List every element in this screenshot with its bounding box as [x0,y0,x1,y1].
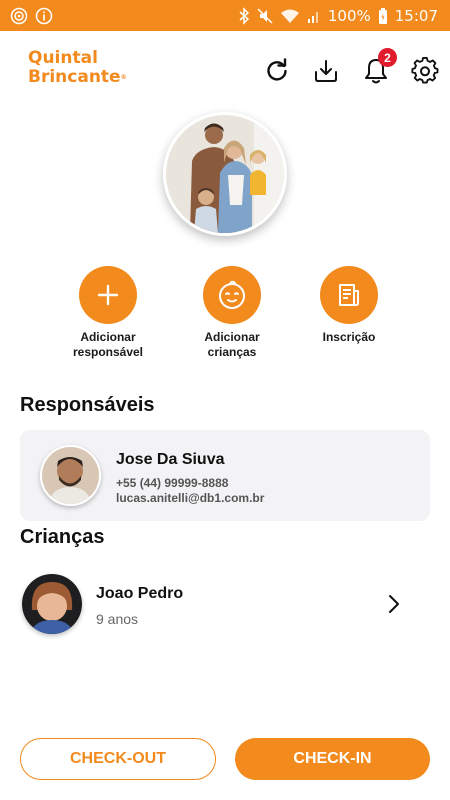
logo-line-2-text: Brincante [28,67,121,87]
status-right: 100% 15:07 [238,7,438,25]
guardian-avatar [40,445,101,506]
enrollment-circle[interactable] [320,266,378,324]
add-guardian-label: Adicionar responsável [72,330,144,359]
guardian-email: lucas.anitelli@db1.com.br [116,491,265,505]
chevron-right-icon[interactable] [384,592,404,616]
info-icon [35,7,53,25]
battery-icon [378,7,388,25]
add-children-label: Adicionar crianças [204,330,260,359]
guardians-section-title: Responsáveis [20,394,155,416]
mute-icon [257,7,273,25]
document-icon [339,284,359,306]
gear-icon [411,57,439,84]
refresh-button[interactable] [262,56,292,86]
download-icon [315,60,337,82]
logo-line-1: Quintal [28,48,98,68]
signal-icon [307,8,321,24]
notifications-button[interactable]: 2 [361,48,397,86]
status-left [10,7,53,25]
checkout-button[interactable]: CHECK-OUT [20,738,216,780]
child-avatar [22,574,82,634]
notification-badge: 2 [378,48,397,67]
add-children-circle[interactable] [203,266,261,324]
battery-percent: 100% [327,6,371,25]
logo-line-2: Brincante® [28,68,127,87]
checkin-button[interactable]: CHECK-IN [235,738,430,780]
children-section-title: Crianças [20,526,105,548]
bluetooth-icon [238,6,250,25]
logo-registered-mark: ® [120,74,127,81]
child-list-item[interactable]: Joao Pedro 9 anos [20,570,430,640]
app-header: Quintal Brincante® 2 [0,44,450,100]
child-age: 9 anos [96,611,139,627]
plus-icon [97,284,119,306]
add-guardian-action[interactable]: Adicionar responsável [48,266,168,360]
status-bar: 100% 15:07 [0,0,450,31]
guardian-card[interactable]: Jose Da Siuva +55 (44) 99999-8888 lucas.… [20,430,430,521]
guardian-name: Jose Da Siuva [116,451,225,468]
download-button[interactable] [311,56,341,86]
family-photo[interactable] [163,112,287,236]
settings-button[interactable] [410,56,440,86]
baby-face-icon [219,280,245,309]
clock: 15:07 [394,6,438,25]
wifi-icon [280,8,300,24]
enrollment-label: Inscrição [322,330,376,344]
child-name: Joao Pedro [96,585,184,602]
refresh-icon [267,58,287,81]
family-photo-image [166,115,284,233]
add-children-action[interactable]: Adicionar crianças [172,266,292,360]
add-guardian-circle[interactable] [79,266,137,324]
guardian-phone: +55 (44) 99999-8888 [116,476,229,490]
hotspot-icon [10,7,28,25]
enrollment-action[interactable]: Inscrição [289,266,409,345]
app-logo[interactable]: Quintal Brincante® [28,49,127,87]
